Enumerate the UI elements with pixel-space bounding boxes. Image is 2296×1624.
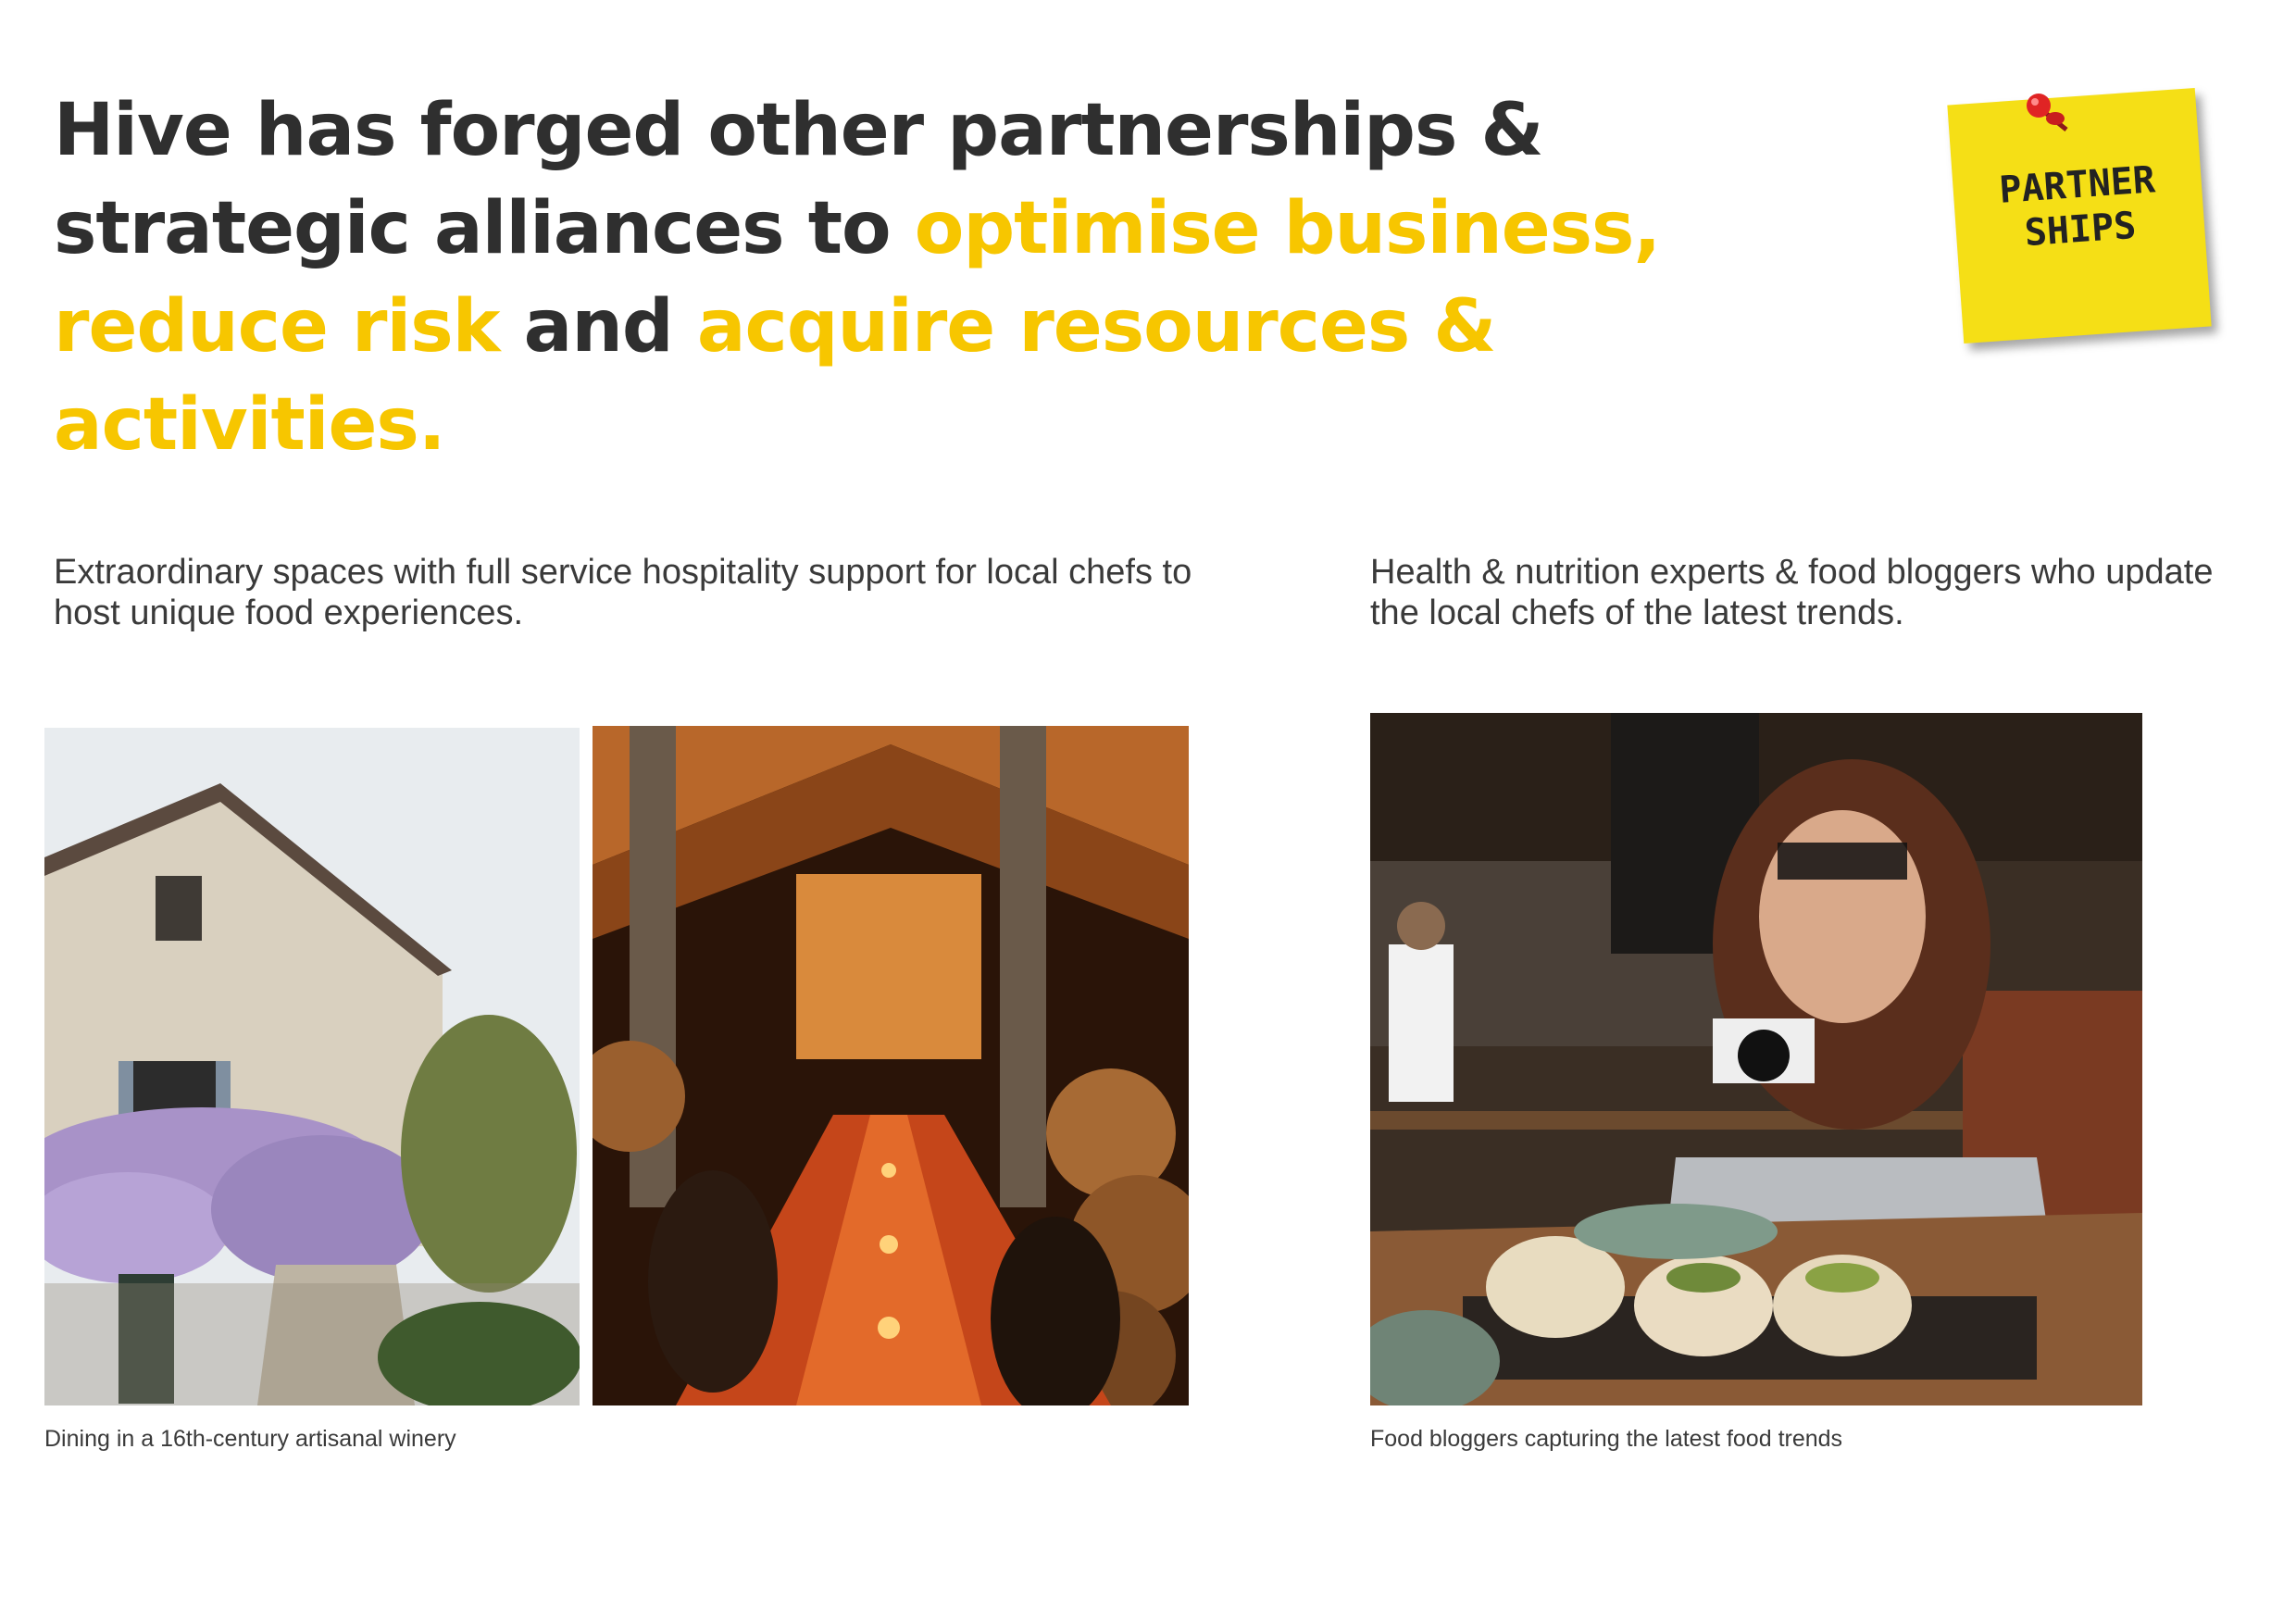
food-blogger-photo xyxy=(1370,713,2142,1405)
left-caption: Dining in a 16th-century artisanal winer… xyxy=(44,1426,456,1452)
push-pin-icon xyxy=(2027,94,2068,131)
villa-wisteria-photo xyxy=(44,728,580,1405)
headline-text-2: and xyxy=(499,285,697,369)
right-caption: Food bloggers capturing the latest food … xyxy=(1370,1426,1843,1452)
winery-dinner-photo xyxy=(593,726,1189,1405)
right-description: Health & nutrition experts & food blogge… xyxy=(1370,553,2214,632)
left-description: Extraordinary spaces with full service h… xyxy=(54,553,1192,632)
headline: Hive has forged other partnerships & str… xyxy=(54,81,1841,474)
sticky-note-label: PARTNER SHIPS xyxy=(1952,155,2205,260)
